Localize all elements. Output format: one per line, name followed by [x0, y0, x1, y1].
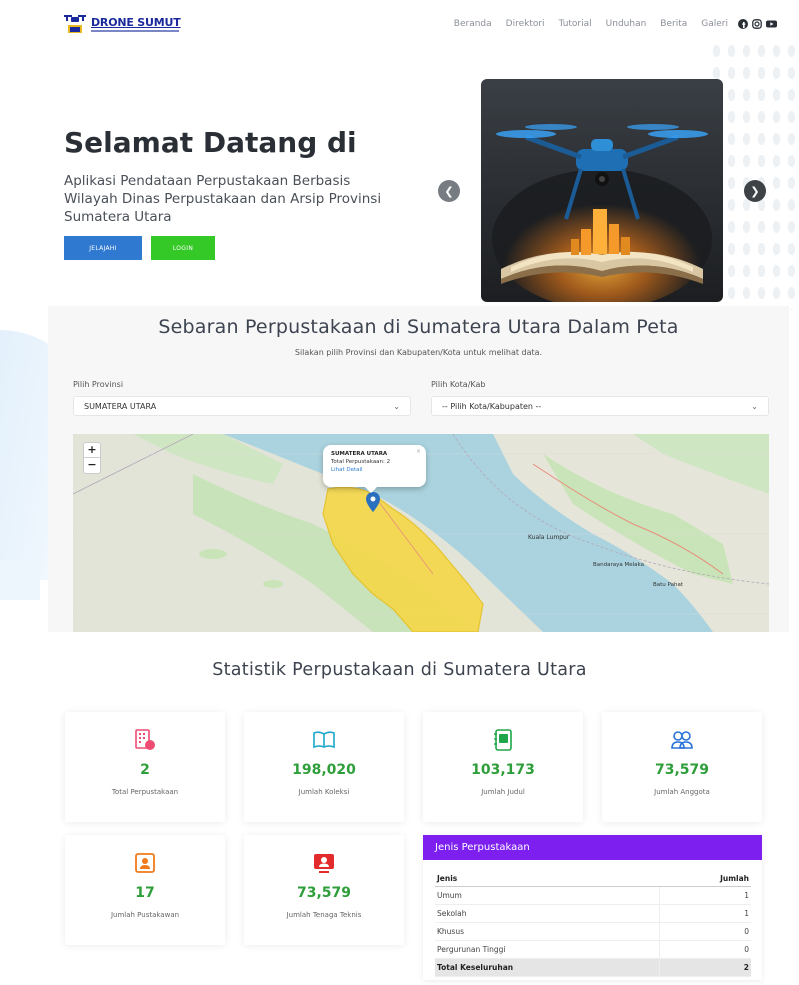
logo-subtitle-bar	[91, 30, 179, 32]
zoom-out-button[interactable]: −	[84, 458, 100, 473]
stat-label: Jumlah Tenaga Teknis	[286, 911, 362, 919]
jelajahi-button[interactable]: JELAJAHI	[64, 236, 142, 260]
provinsi-select-value: SUMATERA UTARA	[84, 401, 157, 411]
stat-card-total-perpustakaan: 2 Total Perpustakaan	[65, 712, 225, 822]
total-label: Total Keseluruhan	[435, 958, 660, 977]
nav-tutorial[interactable]: Tutorial	[559, 19, 592, 29]
stat-value: 73,579	[296, 885, 352, 901]
map-label-kuala-lumpur: Kuala Lumpur	[528, 534, 570, 541]
popup-detail-link[interactable]: Lihat Detail	[331, 467, 418, 473]
popup-close-button[interactable]: ×	[416, 448, 421, 455]
stat-value: 2	[140, 762, 150, 778]
technician-icon	[314, 854, 334, 873]
row-jenis: Pergurunan Tinggi	[435, 940, 660, 959]
jenis-perpustakaan-panel: Jenis Perpustakaan Jenis Jumlah Umum 1 S…	[423, 835, 762, 980]
popup-title: SUMATERA UTARA	[331, 451, 388, 457]
table-row: Sekolah 1	[435, 904, 751, 923]
nav-unduhan[interactable]: Unduhan	[606, 19, 647, 29]
hero-description: Aplikasi Pendataan Perpustakaan Berbasis…	[64, 173, 382, 225]
stat-value: 103,173	[471, 762, 535, 778]
map-popup: × SUMATERA UTARA Total Perpustakaan: 2 L…	[323, 445, 426, 493]
carousel-prev-button[interactable]: ❮	[438, 180, 460, 202]
row-jumlah: 0	[658, 940, 751, 959]
kota-label: Pilih Kota/Kab	[431, 380, 486, 389]
login-button[interactable]: LOGIN	[151, 236, 215, 260]
nav-berita[interactable]: Berita	[660, 19, 687, 29]
column-header-jumlah: Jumlah	[659, 871, 751, 887]
site-header: DRONE SUMUT Beranda Direktori Tutorial U…	[0, 0, 799, 50]
librarian-icon	[135, 853, 155, 873]
chevron-down-icon: ⌄	[393, 401, 400, 411]
stat-value: 73,579	[654, 762, 710, 778]
column-header-jenis: Jenis	[435, 871, 660, 887]
stat-label: Jumlah Judul	[481, 788, 525, 796]
row-jumlah: 1	[658, 904, 751, 923]
users-icon	[671, 731, 693, 749]
library-building-icon	[135, 729, 155, 750]
table-row: Umum 1	[435, 886, 751, 905]
stat-label: Jumlah Koleksi	[298, 788, 350, 796]
provinsi-label: Pilih Provinsi	[73, 380, 124, 389]
table-row: Pergurunan Tinggi 0	[435, 940, 751, 959]
stat-value: 198,020	[292, 762, 356, 778]
kota-select[interactable]: -- Pilih Kota/Kabupaten -- ⌄	[431, 396, 769, 416]
background-decoration-small	[0, 560, 40, 600]
stat-card-jumlah-judul: 103,173 Jumlah Judul	[423, 712, 583, 822]
open-book-icon	[313, 731, 335, 749]
row-jumlah: 1	[658, 886, 751, 905]
map-section: Sebaran Perpustakaan di Sumatera Utara D…	[48, 306, 789, 632]
row-jenis: Sekolah	[435, 904, 660, 923]
chevron-right-icon: ❯	[750, 184, 760, 198]
map-zoom-controls: + −	[83, 442, 101, 474]
notebook-icon	[494, 729, 512, 751]
social-links	[738, 19, 777, 29]
main-nav: Beranda Direktori Tutorial Unduhan Berit…	[440, 19, 777, 29]
stat-card-jumlah-pustakawan: 17 Jumlah Pustakawan	[65, 835, 225, 945]
stats-title: Statistik Perpustakaan di Sumatera Utara	[212, 660, 587, 680]
row-jumlah: 0	[658, 922, 751, 941]
map-label-melaka: Bandaraya Melaka	[593, 562, 644, 568]
map-section-title: Sebaran Perpustakaan di Sumatera Utara D…	[158, 316, 679, 338]
stat-value: 17	[135, 885, 155, 901]
library-map[interactable]: + − × SUMATERA UTARA Total Perpustakaan:…	[73, 434, 769, 632]
logo-title: DRONE SUMUT	[91, 16, 181, 29]
site-logo[interactable]: DRONE SUMUT	[62, 12, 181, 36]
zoom-in-button[interactable]: +	[84, 443, 100, 458]
total-value: 2	[658, 958, 751, 977]
instagram-icon[interactable]	[752, 19, 762, 29]
stat-card-jumlah-anggota: 73,579 Jumlah Anggota	[602, 712, 762, 822]
table-row: Khusus 0	[435, 922, 751, 941]
row-jenis: Umum	[435, 886, 660, 905]
chevron-down-icon: ⌄	[751, 401, 758, 411]
nav-beranda[interactable]: Beranda	[454, 19, 492, 29]
stat-card-jumlah-tenaga-teknis: 73,579 Jumlah Tenaga Teknis	[244, 835, 404, 945]
jenis-table: Jenis Jumlah Umum 1 Sekolah 1 Khusus 0 P…	[435, 871, 751, 977]
nav-galeri[interactable]: Galeri	[701, 19, 728, 29]
stat-card-jumlah-koleksi: 198,020 Jumlah Koleksi	[244, 712, 404, 822]
provinsi-select[interactable]: SUMATERA UTARA ⌄	[73, 396, 411, 416]
kota-select-value: -- Pilih Kota/Kabupaten --	[442, 401, 542, 411]
map-section-subtitle: Silakan pilih Provinsi dan Kabupaten/Kot…	[294, 348, 543, 357]
stat-label: Jumlah Pustakawan	[110, 911, 180, 919]
popup-total: Total Perpustakaan: 2	[331, 459, 391, 465]
hero-drone-book-image	[481, 79, 723, 302]
carousel-next-button[interactable]: ❯	[744, 180, 766, 202]
map-label-batu-pahat: Batu Pahat	[653, 582, 683, 588]
jenis-panel-header: Jenis Perpustakaan	[423, 835, 762, 860]
stat-label: Jumlah Anggota	[654, 788, 710, 796]
table-total-row: Total Keseluruhan 2	[435, 958, 751, 977]
drone-logo-icon	[64, 15, 86, 33]
stat-label: Total Perpustakaan	[111, 788, 179, 796]
nav-direktori[interactable]: Direktori	[506, 19, 545, 29]
chevron-left-icon: ❮	[444, 184, 454, 198]
facebook-icon[interactable]	[738, 19, 748, 29]
row-jenis: Khusus	[435, 922, 660, 941]
hero-title: Selamat Datang di	[64, 126, 357, 159]
youtube-icon[interactable]	[766, 19, 777, 29]
